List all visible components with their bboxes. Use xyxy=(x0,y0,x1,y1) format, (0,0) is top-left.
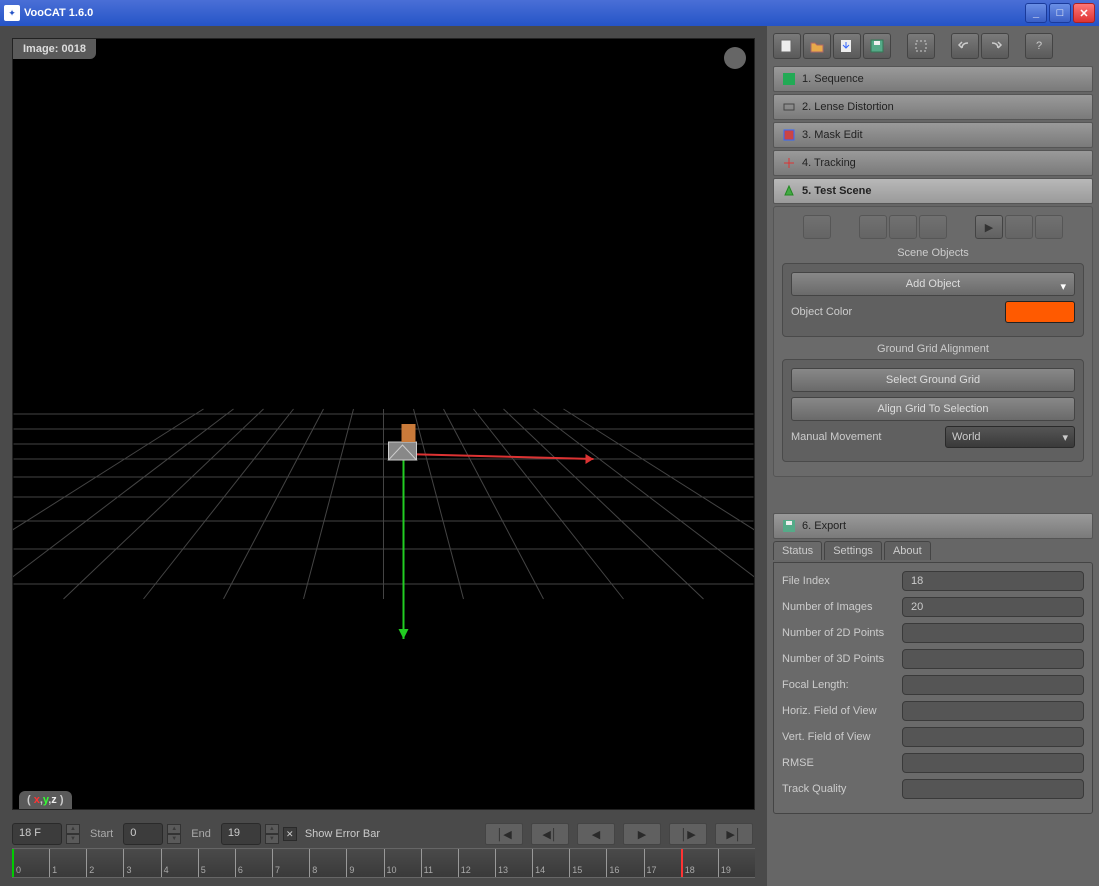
num-3d-label: Number of 3D Points xyxy=(782,653,902,665)
accordion-lense-distortion[interactable]: 2. Lense Distortion xyxy=(773,94,1093,120)
scene-objects-title: Scene Objects xyxy=(782,247,1084,259)
timeline-ruler[interactable]: 012345678910111213141516171819 xyxy=(12,848,755,878)
app-icon: ✦ xyxy=(4,5,20,21)
object-color-label: Object Color xyxy=(791,306,1005,318)
focal-value xyxy=(902,675,1084,695)
manual-movement-select[interactable]: World xyxy=(945,426,1075,448)
tool-btn-6[interactable] xyxy=(1005,215,1033,239)
test-scene-body: ▶ Scene Objects Add Object▾ Object Color… xyxy=(773,206,1093,477)
end-field[interactable]: 19 xyxy=(221,823,261,845)
rmse-value xyxy=(902,753,1084,773)
show-error-checkbox[interactable]: ✕ xyxy=(283,827,297,841)
x-axis-gizmo xyxy=(404,454,594,459)
rmse-label: RMSE xyxy=(782,757,902,769)
scene-icon xyxy=(782,184,796,198)
end-down[interactable]: ▼ xyxy=(265,834,279,844)
object-marker xyxy=(402,424,416,442)
prev-frame-button[interactable]: ◀ xyxy=(577,823,615,845)
start-label: Start xyxy=(84,828,119,840)
close-button[interactable]: ✕ xyxy=(1073,3,1095,23)
start-up[interactable]: ▲ xyxy=(167,824,181,834)
frame-down[interactable]: ▼ xyxy=(66,834,80,844)
end-up[interactable]: ▲ xyxy=(265,824,279,834)
go-end-button[interactable]: ▶│ xyxy=(715,823,753,845)
file-index-value: 18 xyxy=(902,571,1084,591)
tool-btn-4[interactable] xyxy=(919,215,947,239)
tab-about[interactable]: About xyxy=(884,541,931,560)
tool-btn-7[interactable] xyxy=(1035,215,1063,239)
new-button[interactable] xyxy=(773,33,801,59)
hfov-value xyxy=(902,701,1084,721)
num-2d-value xyxy=(902,623,1084,643)
align-grid-button[interactable]: Align Grid To Selection xyxy=(791,397,1075,421)
accordion-export[interactable]: 6. Export xyxy=(773,513,1093,539)
titlebar: ✦ VooCAT 1.6.0 _ □ ✕ xyxy=(0,0,1099,26)
tab-status[interactable]: Status xyxy=(773,541,822,560)
num-images-label: Number of Images xyxy=(782,601,902,613)
next-frame-button[interactable]: ▶ xyxy=(623,823,661,845)
undo-button[interactable] xyxy=(951,33,979,59)
object-color-swatch[interactable] xyxy=(1005,301,1075,323)
viewport-3d[interactable]: Image: 0018 ( x,y,z ) xyxy=(12,38,755,810)
open-button[interactable] xyxy=(803,33,831,59)
tracking-icon xyxy=(782,156,796,170)
show-error-label: Show Error Bar xyxy=(305,828,380,840)
accordion-test-scene[interactable]: 5. Test Scene xyxy=(773,178,1093,204)
save-icon xyxy=(782,519,796,533)
tool-btn-2[interactable] xyxy=(859,215,887,239)
tab-settings[interactable]: Settings xyxy=(824,541,882,560)
num-images-value: 20 xyxy=(902,597,1084,617)
manual-movement-label: Manual Movement xyxy=(791,431,945,443)
side-panel: ? 1. Sequence 2. Lense Distortion 3. Mas… xyxy=(767,26,1099,886)
import-button[interactable] xyxy=(833,33,861,59)
axis-badge: ( x,y,z ) xyxy=(19,791,72,809)
help-button[interactable]: ? xyxy=(1025,33,1053,59)
track-quality-label: Track Quality xyxy=(782,783,902,795)
accordion-sequence[interactable]: 1. Sequence xyxy=(773,66,1093,92)
save-button[interactable] xyxy=(863,33,891,59)
focal-label: Focal Length: xyxy=(782,679,902,691)
tool-btn-3[interactable] xyxy=(889,215,917,239)
hfov-label: Horiz. Field of View xyxy=(782,705,902,717)
go-start-button[interactable]: │◀ xyxy=(485,823,523,845)
vfov-value xyxy=(902,727,1084,747)
track-quality-value xyxy=(902,779,1084,799)
timeline: 18 F ▲▼ Start 0 ▲▼ End 19 ▲▼ ✕ Show Erro… xyxy=(12,822,755,878)
status-panel: File Index18 Number of Images20 Number o… xyxy=(773,562,1093,814)
grid-scene xyxy=(13,39,754,809)
accordion-tracking[interactable]: 4. Tracking xyxy=(773,150,1093,176)
select-ground-grid-button[interactable]: Select Ground Grid xyxy=(791,368,1075,392)
num-3d-value xyxy=(902,649,1084,669)
num-2d-label: Number of 2D Points xyxy=(782,627,902,639)
minimize-button[interactable]: _ xyxy=(1025,3,1047,23)
accordion-mask-edit[interactable]: 3. Mask Edit xyxy=(773,122,1093,148)
next-key-button[interactable]: │▶ xyxy=(669,823,707,845)
redo-button[interactable] xyxy=(981,33,1009,59)
film-icon xyxy=(782,72,796,86)
file-index-label: File Index xyxy=(782,575,902,587)
dropdown-icon: ▾ xyxy=(1060,280,1066,293)
lens-icon xyxy=(782,100,796,114)
current-frame-field[interactable]: 18 F xyxy=(12,823,62,845)
mask-icon xyxy=(782,128,796,142)
vfov-label: Vert. Field of View xyxy=(782,731,902,743)
start-down[interactable]: ▼ xyxy=(167,834,181,844)
end-label: End xyxy=(185,828,217,840)
prev-key-button[interactable]: ◀│ xyxy=(531,823,569,845)
grid-alignment-title: Ground Grid Alignment xyxy=(782,343,1084,355)
frame-up[interactable]: ▲ xyxy=(66,824,80,834)
window-title: VooCAT 1.6.0 xyxy=(24,7,1025,19)
start-field[interactable]: 0 xyxy=(123,823,163,845)
tool-btn-1[interactable] xyxy=(803,215,831,239)
tool-btn-5[interactable]: ▶ xyxy=(975,215,1003,239)
maximize-button[interactable]: □ xyxy=(1049,3,1071,23)
add-object-button[interactable]: Add Object▾ xyxy=(791,272,1075,296)
select-button[interactable] xyxy=(907,33,935,59)
